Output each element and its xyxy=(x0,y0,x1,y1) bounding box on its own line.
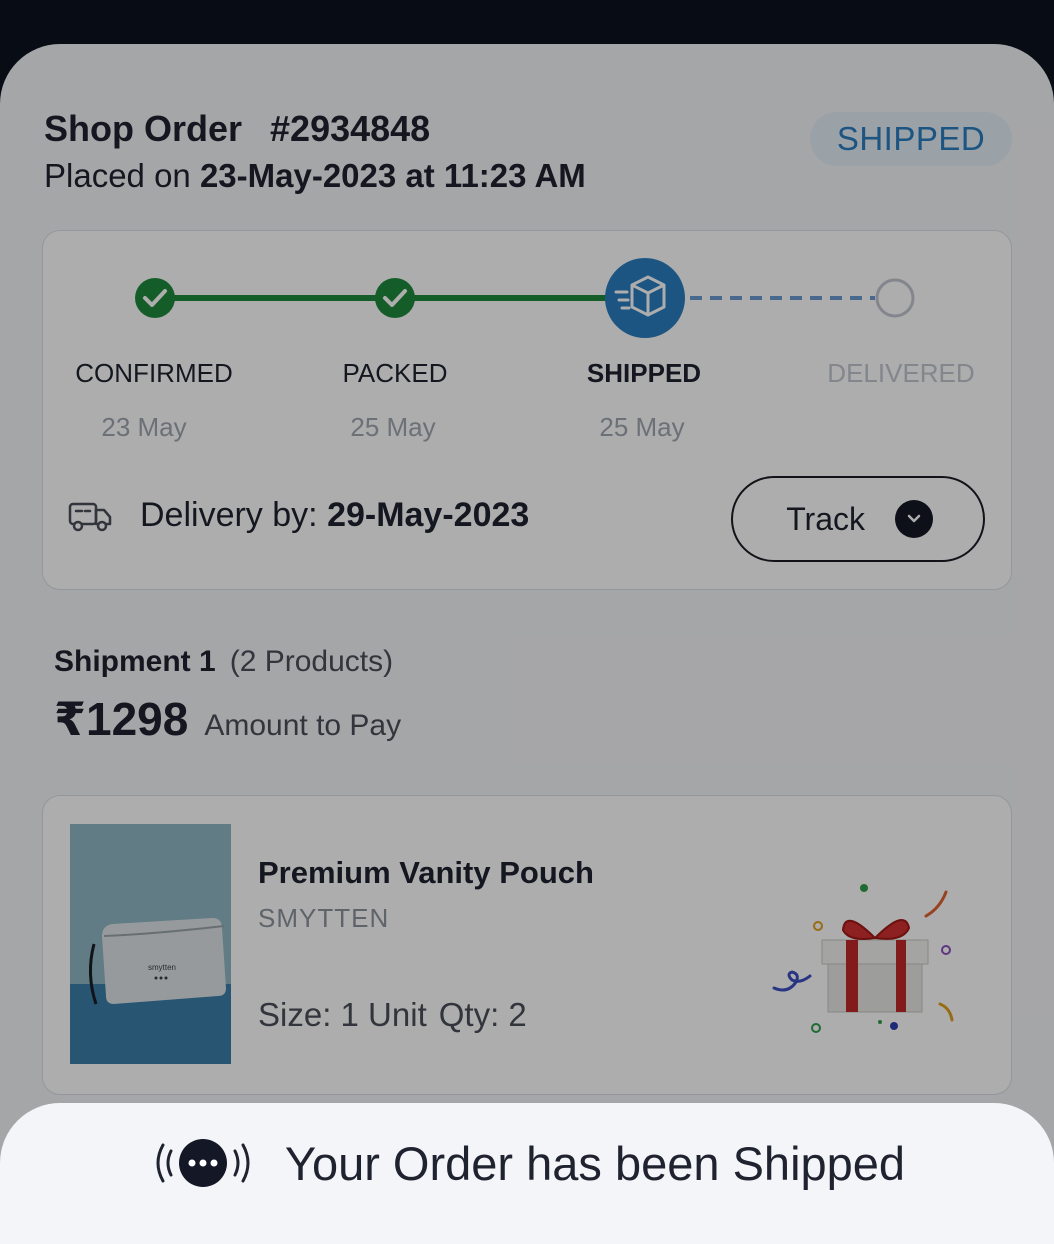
product-name[interactable]: Premium Vanity Pouch xyxy=(258,855,594,891)
track-button[interactable]: Track xyxy=(731,476,985,562)
track-button-label: Track xyxy=(786,500,865,537)
step-confirmed-label: CONFIRMED xyxy=(75,358,233,388)
toast-message: Your Order has been Shipped xyxy=(284,1136,906,1190)
broadcast-chat-icon xyxy=(156,1139,250,1187)
placed-prefix: Placed on xyxy=(44,157,200,194)
product-image-brand: smytten xyxy=(148,963,176,972)
product-image[interactable]: smytten xyxy=(70,824,231,1064)
shipped-toast[interactable]: Your Order has been Shipped xyxy=(0,1103,1054,1243)
step-packed-date: 25 May xyxy=(350,412,436,442)
product-size: Size: 1 Unit xyxy=(258,996,427,1033)
placed-datetime: 23-May-2023 at 11:23 AM xyxy=(199,157,586,194)
delivery-date: 29-May-2023 xyxy=(327,496,530,534)
order-title: Shop Order #2934848 xyxy=(44,108,430,150)
delivery-prefix: Delivery by: xyxy=(140,496,328,534)
shipment-product-count: (2 Products) xyxy=(229,645,394,678)
amount-label: Amount to Pay xyxy=(204,709,402,742)
delivery-row: Delivery by: 29-May-2023 xyxy=(68,496,529,535)
step-shipped-label: SHIPPED xyxy=(586,358,702,388)
truck-icon xyxy=(68,502,112,531)
step-confirmed-date: 23 May xyxy=(101,412,187,442)
step-packed-label: PACKED xyxy=(342,358,448,388)
product-qty: Qty: 2 xyxy=(438,996,527,1033)
order-placed-date: Placed on 23-May-2023 at 11:23 AM xyxy=(44,157,586,195)
shipment-title: Shipment 1 xyxy=(54,645,216,678)
amount-row: ₹1298 Amount to Pay xyxy=(54,692,401,746)
gift-icon xyxy=(772,884,954,1033)
step-shipped-date: 25 May xyxy=(599,412,685,442)
step-delivered-label: DELIVERED xyxy=(827,358,975,388)
chevron-down-icon xyxy=(895,500,933,538)
order-number: #2934848 xyxy=(270,108,431,149)
product-brand: SMYTTEN xyxy=(258,903,390,933)
delivery-estimate: Delivery by: 29-May-2023 xyxy=(140,496,529,535)
order-label: Shop Order xyxy=(44,108,243,149)
status-badge: SHIPPED xyxy=(810,112,1012,166)
product-meta: Size: 1 Unit Qty: 2 xyxy=(258,996,527,1034)
shipment-header: Shipment 1 (2 Products) xyxy=(54,645,393,679)
amount-value: ₹1298 xyxy=(54,693,189,745)
